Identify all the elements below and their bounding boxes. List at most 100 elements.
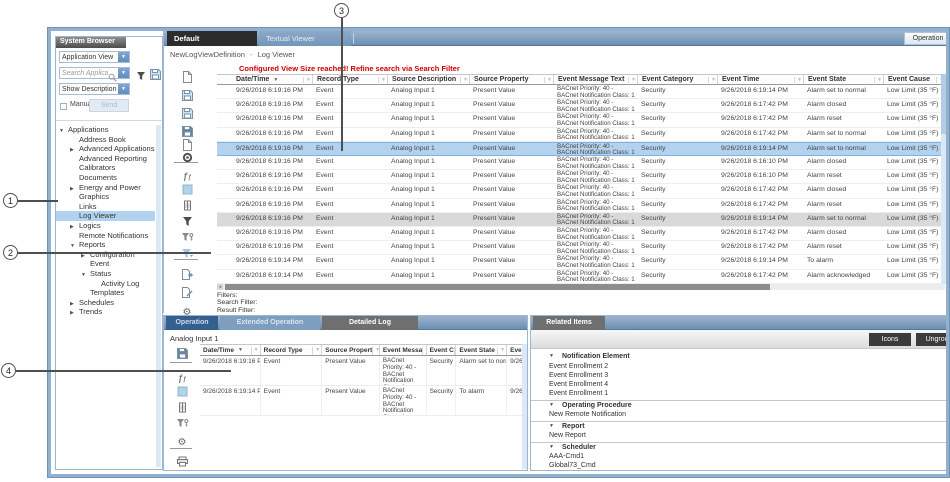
tab-operation[interactable]: Operation [166,316,218,330]
sidebar-item-log-viewer[interactable]: Log Viewer [56,211,155,221]
log-row-13[interactable]: 9/26/2018 6:19:14 PMEventAnalog Input 1P… [217,255,945,269]
key-filter-icon[interactable] [172,416,192,429]
save-icon[interactable] [172,346,192,359]
scroll-left-arrow-icon[interactable]: ◄ [217,284,223,290]
icons-button[interactable]: Icons [869,333,911,346]
related-item[interactable]: Event Enrollment 2 [531,362,949,371]
column-header-source-property[interactable]: Source Property▼ [469,75,553,84]
column-filter-icon[interactable]: ▼ [628,77,637,83]
column-customize-icon[interactable] [176,198,198,212]
settings-gear-icon[interactable]: ⚙ [172,432,192,445]
related-group-header[interactable]: ▼Operating Procedure [531,401,949,411]
column-filter-icon[interactable]: ▼ [544,77,553,83]
sidebar-item-advanced-reporting[interactable]: Advanced Reporting [56,154,155,164]
tab-textual-viewer[interactable]: Textual Viewer [259,31,351,46]
operation-tab-button[interactable]: Operation [904,32,949,45]
related-item[interactable]: Global73_Cmd [531,461,949,470]
sidebar-item-templates[interactable]: Templates [56,288,155,298]
save-search-icon[interactable] [148,67,162,79]
send-button[interactable]: Send [89,99,129,112]
column-customize-icon[interactable] [172,400,192,413]
detail-column-header-date-time[interactable]: Date/Time▼▼ [200,345,260,355]
log-row-11[interactable]: 9/26/2018 6:19:16 PMEventAnalog Input 1P… [217,227,945,241]
column-filter-icon[interactable]: ▼ [251,347,260,355]
expander-closed-icon[interactable]: ▶ [70,309,74,319]
detail-column-header-event-c[interactable]: Event C▼ [426,345,456,355]
column-filter-icon[interactable]: ▼ [378,77,387,83]
sidebar-item-applications[interactable]: ▼Applications [56,125,155,135]
sidebar-item-event[interactable]: Event [56,259,155,269]
filter-icon[interactable] [176,214,198,228]
sidebar-item-remote-notifications[interactable]: Remote Notifications [56,231,155,241]
detail-column-header-record-type[interactable]: Record Type▼ [260,345,322,355]
related-group-header[interactable]: ▼Notification Element [531,352,949,362]
filter-icon[interactable] [134,68,148,80]
column-filter-icon[interactable]: ▼ [303,77,312,83]
related-item[interactable]: New Remote Notification [531,410,949,419]
column-filter-icon[interactable]: ▼ [874,77,883,83]
column-filter-icon[interactable]: ▼ [497,347,506,355]
column-header-record-type[interactable]: Record Type▼ [312,75,387,84]
sidebar-item-address-book[interactable]: Address Book [56,135,155,145]
log-row-12[interactable]: 9/26/2018 6:19:16 PMEventAnalog Input 1P… [217,241,945,255]
related-item[interactable]: Event Enrollment 3 [531,371,949,380]
sidebar-item-trends[interactable]: ▶Trends [56,307,155,317]
expander-open-icon[interactable]: ▼ [549,401,554,411]
detail-row-2[interactable]: 9/26/2018 6:19:14 PMEventPresent ValueBA… [200,386,524,416]
column-header-event-message-text[interactable]: Event Message Text▼ [553,75,637,84]
related-item[interactable]: AAA-Cmd1 [531,452,949,461]
column-filter-icon[interactable]: ▼ [312,347,321,355]
log-row-2[interactable]: 9/26/2018 6:19:16 PMEventAnalog Input 1P… [217,99,945,113]
detail-row-1[interactable]: 9/26/2018 6:19:16 PMEventPresent ValueBA… [200,356,524,386]
sidebar-item-reports[interactable]: ▼Reports [56,240,155,250]
related-item[interactable]: New Report [531,431,949,440]
column-header-date-time[interactable]: Date/Time▼▼ [217,75,312,84]
column-header-event-category[interactable]: Event Category▼ [637,75,717,84]
column-filter-icon[interactable]: ▼ [460,77,469,83]
ungroup-button[interactable]: Ungroup [916,333,949,346]
tab-detailed-log[interactable]: Detailed Log [322,316,418,330]
breadcrumb-view-name[interactable]: NewLogViewDefinition [170,50,245,59]
application-view-select[interactable]: Application View ▼ [59,51,130,63]
column-filter-icon[interactable]: ▼ [794,77,803,83]
related-group-header[interactable]: ▼Report [531,422,949,432]
show-description-select[interactable]: Show Description ▼ [59,83,130,95]
sidebar-item-energy-and-power[interactable]: ▶Energy and Power [56,183,155,193]
log-table-vertical-scrollbar[interactable] [941,74,946,284]
log-row-7[interactable]: 9/26/2018 6:19:16 PMEventAnalog Input 1P… [217,170,945,184]
sidebar-item-calibrators[interactable]: Calibrators [56,163,155,173]
sidebar-item-logics[interactable]: ▶Logics [56,221,155,231]
tab-extended-operation[interactable]: Extended Operation [220,316,320,330]
sidebar-item-advanced-applications[interactable]: ▶Advanced Applications [56,144,155,154]
expander-open-icon[interactable]: ▼ [549,422,554,432]
sidebar-scrollbar[interactable] [156,125,161,467]
breadcrumb-target-name[interactable]: Log Viewer [258,50,295,59]
save-copy-icon[interactable] [176,106,198,120]
detail-vertical-scrollbar[interactable] [522,344,527,469]
column-filter-icon[interactable]: ▼ [708,77,717,83]
sidebar-item-graphics[interactable]: Graphics [56,192,155,202]
column-header-event-cause[interactable]: Event Cause▼ [883,75,945,84]
dropdown-arrow-icon[interactable]: ▼ [118,84,129,94]
save-icon[interactable] [176,88,198,102]
expander-open-icon[interactable]: ▼ [549,352,554,362]
tab-related-items[interactable]: Related Items [533,316,605,330]
function-icon[interactable]: ƒƒ [176,166,198,180]
print-icon[interactable] [172,454,192,467]
log-row-10[interactable]: 9/26/2018 6:19:16 PMEventAnalog Input 1P… [217,213,945,227]
log-row-14[interactable]: 9/26/2018 6:19:14 PMEventAnalog Input 1P… [217,270,945,284]
edit-definition-icon[interactable] [176,286,198,300]
log-row-5[interactable]: 9/26/2018 6:19:16 PMEventAnalog Input 1P… [217,142,945,156]
manual-checkbox[interactable] [60,103,67,110]
tab-default[interactable]: Default [167,31,257,46]
related-item[interactable]: Event Enrollment 4 [531,380,949,389]
sidebar-item-documents[interactable]: Documents [56,173,155,183]
sidebar-item-status[interactable]: ▼Status [56,269,155,279]
detail-column-header-event-messa[interactable]: Event Messa▼ [379,345,426,355]
highlight-color-icon[interactable] [172,384,192,397]
key-filter-icon[interactable] [176,230,198,244]
log-row-8[interactable]: 9/26/2018 6:19:16 PMEventAnalog Input 1P… [217,184,945,198]
column-header-event-time[interactable]: Event Time▼ [717,75,803,84]
dropdown-arrow-icon[interactable]: ▼ [118,52,129,62]
column-header-event-state[interactable]: Event State▼ [803,75,883,84]
